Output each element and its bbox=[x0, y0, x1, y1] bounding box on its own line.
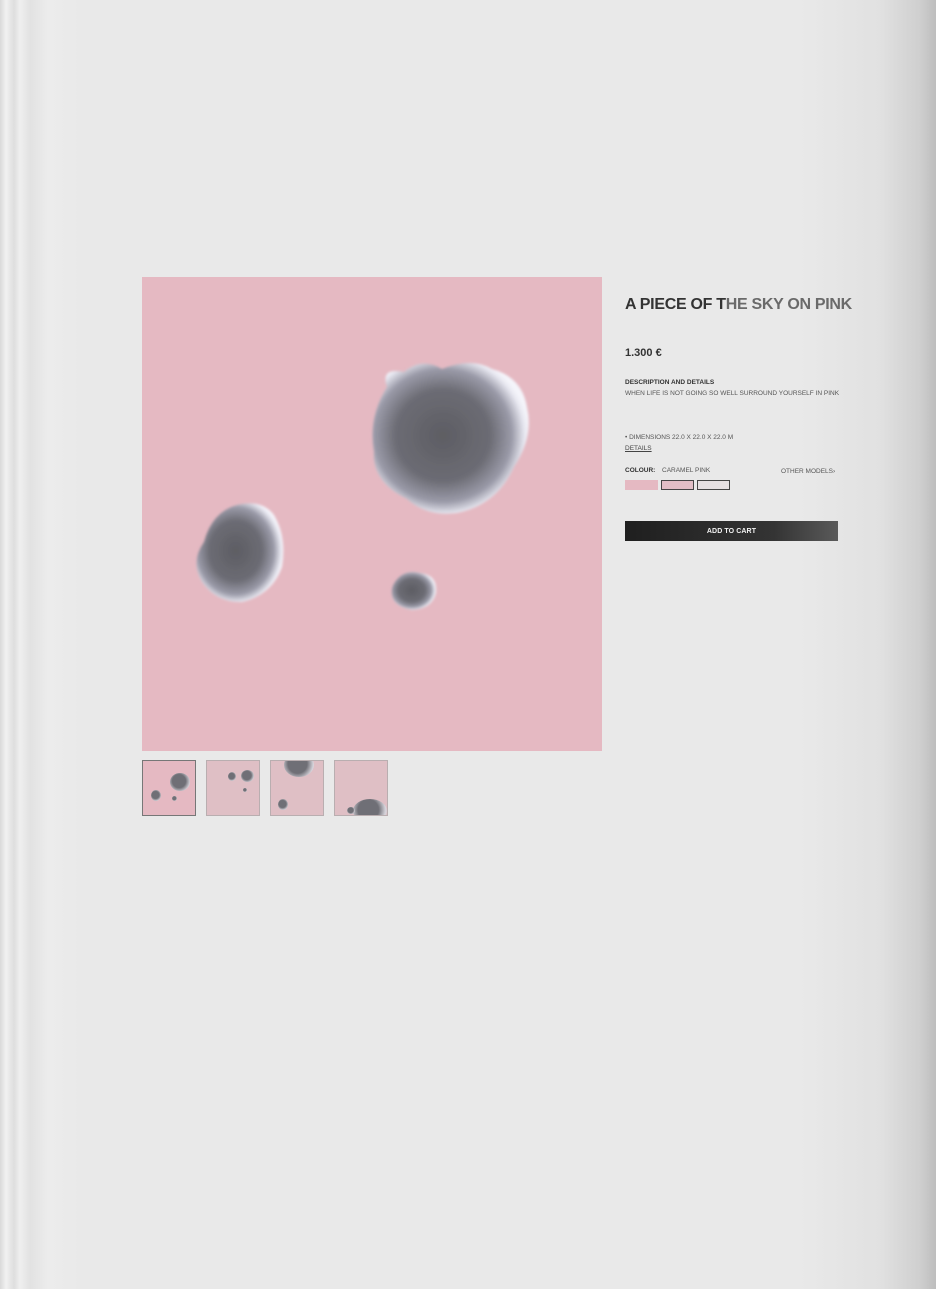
product-main-image[interactable] bbox=[142, 277, 602, 751]
product-title: A PIECE OF THE SKY ON PINK bbox=[625, 296, 852, 314]
other-models-link[interactable]: OTHER MODELS› bbox=[781, 468, 835, 475]
add-to-cart-button[interactable]: ADD TO CART bbox=[625, 521, 838, 541]
details-link[interactable]: DETAILS bbox=[625, 445, 652, 452]
colour-value: CARAMEL PINK bbox=[662, 467, 711, 474]
colour-swatch-2[interactable] bbox=[661, 480, 694, 490]
clouds-illustration bbox=[196, 363, 529, 610]
medium-cloud bbox=[196, 503, 284, 603]
thumbnail-2[interactable] bbox=[206, 760, 260, 816]
description-text: WHEN LIFE IS NOT GOING SO WELL SURROUND … bbox=[625, 390, 840, 397]
small-cloud bbox=[391, 572, 437, 610]
colour-swatch-3[interactable] bbox=[697, 480, 730, 490]
colour-label: COLOUR: bbox=[625, 467, 656, 474]
thumbnail-3[interactable] bbox=[270, 760, 324, 816]
description-heading: DESCRIPTION AND DETAILS bbox=[625, 379, 715, 386]
dimensions-text: • DIMENSIONS 22.0 X 22.0 X 22.0 M bbox=[625, 434, 734, 441]
thumbnail-1[interactable] bbox=[142, 760, 196, 816]
product-price: 1.300 € bbox=[625, 347, 662, 359]
thumbnail-4[interactable] bbox=[334, 760, 388, 816]
large-cloud bbox=[372, 363, 529, 514]
colour-swatch-caramel-pink[interactable] bbox=[625, 480, 658, 490]
product-title-part1: A PIECE OF T bbox=[625, 296, 726, 313]
product-title-part2: HE SKY ON PINK bbox=[725, 296, 853, 313]
